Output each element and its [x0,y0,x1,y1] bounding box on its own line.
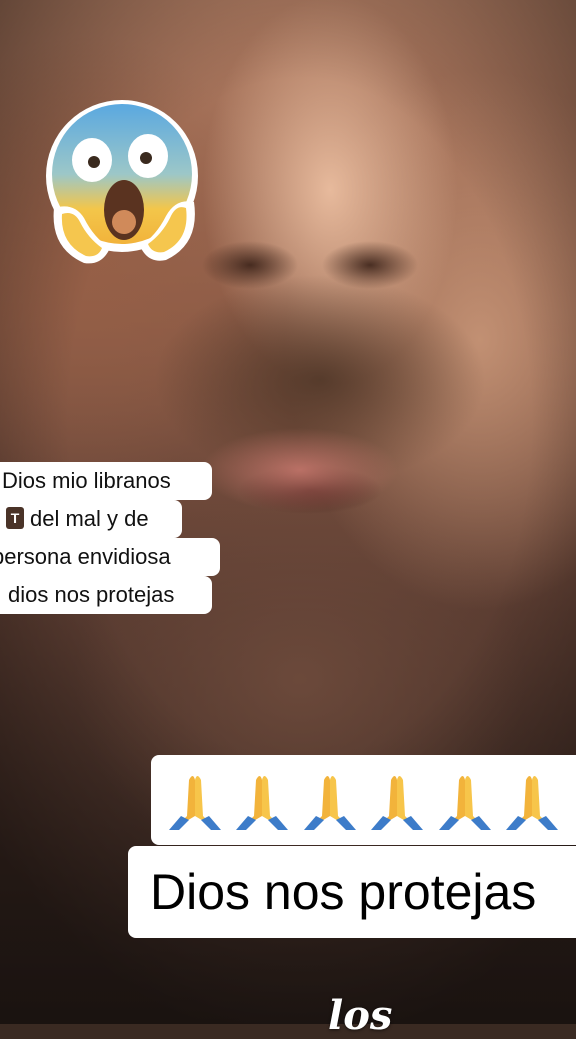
bottom-overlay-text: los [328,992,393,1039]
face-screaming-in-fear-icon [44,98,204,268]
caption-line-3: persona envidiosa [0,538,220,576]
title-text: Dios nos protejas [150,864,537,920]
title-banner: Dios nos protejas [128,846,576,938]
folded-hands-icon [303,776,356,830]
caption-line-2: Tdel mal y de [0,500,182,538]
folded-hands-icon [371,776,424,830]
folded-hands-icon [236,776,289,830]
folded-hands-icon [168,776,221,830]
caption-line-1: Dios mio libranos [0,462,212,500]
folded-hands-icon [506,776,559,830]
praying-hands-strip [151,755,576,845]
tiktok-t-icon: T [6,507,24,530]
caption-line-4: dios nos protejas [0,576,212,614]
folded-hands-icon [438,776,491,830]
